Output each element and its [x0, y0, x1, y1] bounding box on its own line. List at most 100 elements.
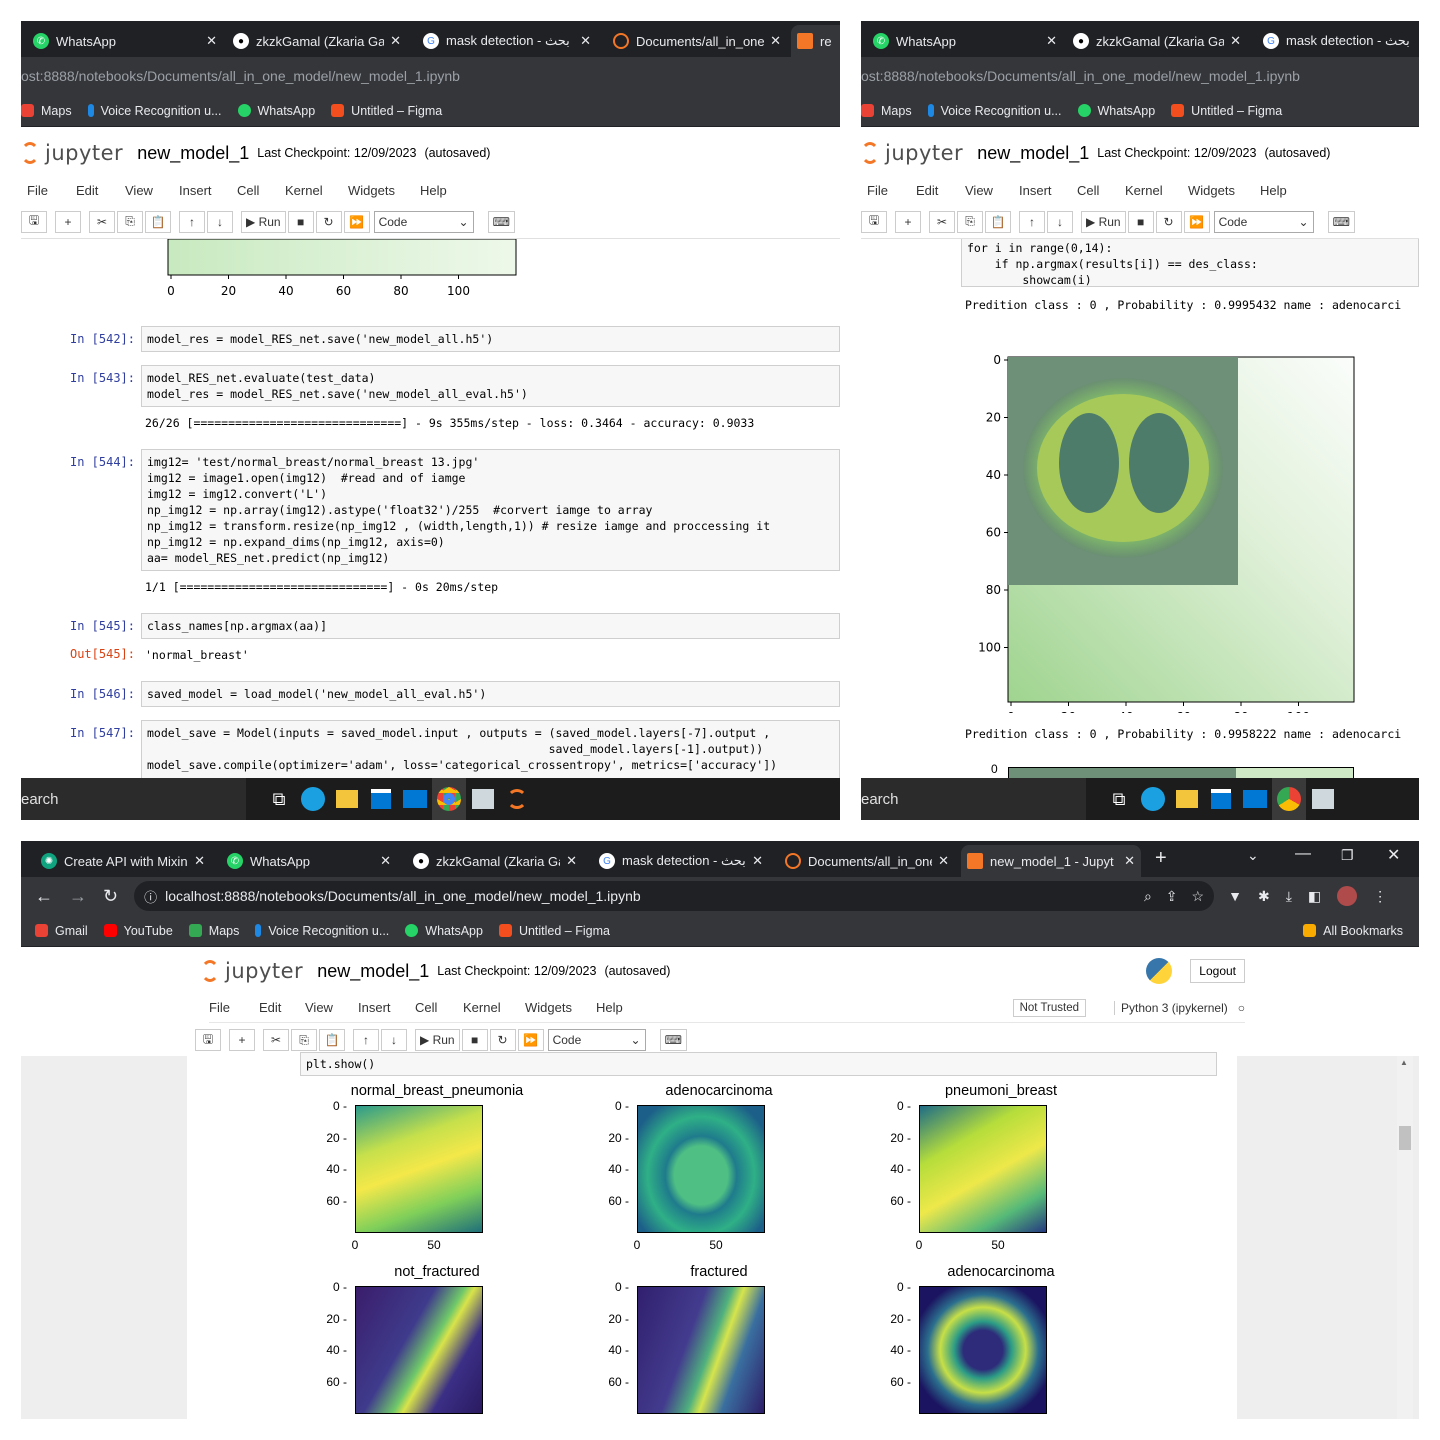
menu-view[interactable]: View	[125, 183, 179, 198]
taskbar-search[interactable]: earch	[21, 778, 246, 820]
copy-button[interactable]: ⎘	[957, 210, 983, 233]
vpn-icon[interactable]: ▼	[1228, 888, 1242, 904]
tab-notebook[interactable]: new_model_1 - Jupyt ✕	[961, 845, 1141, 877]
address-bar[interactable]: ⓘ localhost:8888/notebooks/Documents/all…	[134, 881, 1215, 911]
move-down-button[interactable]: ↓	[1047, 210, 1073, 233]
bookmark-voice[interactable]: Voice Recognition u...	[255, 924, 389, 938]
menu-view[interactable]: View	[965, 183, 1019, 198]
move-up-button[interactable]: ↑	[179, 210, 205, 233]
paste-button[interactable]: 📋	[319, 1029, 345, 1051]
move-up-button[interactable]: ↑	[1019, 210, 1045, 233]
code-cell-loop[interactable]: for i in range(0,14): if np.argmax(resul…	[961, 239, 1419, 287]
jupyter-logo[interactable]: jupyter	[861, 141, 963, 165]
close-icon[interactable]: ✕	[390, 33, 401, 49]
bookmark-whatsapp[interactable]: WhatsApp	[1077, 104, 1155, 118]
copy-button[interactable]: ⎘	[117, 210, 143, 233]
cell-type-select[interactable]: Code ⌄	[547, 1029, 646, 1051]
save-button[interactable]: 🖫	[21, 210, 47, 233]
bookmark-maps[interactable]: Maps	[861, 104, 912, 118]
fast-forward-button[interactable]: ⏩	[343, 210, 370, 233]
save-button[interactable]: 🖫	[195, 1029, 221, 1051]
star-icon[interactable]: ☆	[1192, 888, 1205, 905]
keyboard-icon[interactable]: ⌨	[659, 1029, 687, 1051]
task-view-icon[interactable]: ⧉	[1102, 778, 1136, 820]
back-icon[interactable]: ←	[35, 886, 53, 907]
save-button[interactable]: 🖫	[861, 210, 887, 233]
stop-button[interactable]: ■	[461, 1029, 488, 1051]
cut-button[interactable]: ✂	[263, 1029, 289, 1051]
keyboard-icon[interactable]: ⌨	[1327, 210, 1355, 233]
fast-forward-button[interactable]: ⏩	[1183, 210, 1210, 233]
minimize-icon[interactable]: —	[1295, 845, 1311, 863]
app-icon[interactable]	[466, 778, 500, 820]
close-window-icon[interactable]: ✕	[1387, 845, 1400, 865]
tab-whatsapp[interactable]: ✆ WhatsApp ✕	[221, 845, 397, 877]
bookmark-whatsapp[interactable]: WhatsApp	[237, 104, 315, 118]
tab-notebook[interactable]: re	[791, 25, 840, 57]
reload-icon[interactable]: ↻	[103, 886, 118, 907]
restore-icon[interactable]: ❐	[1341, 847, 1354, 864]
copy-button[interactable]: ⎘	[291, 1029, 317, 1051]
tab-documents[interactable]: Documents/all_in_one ✕	[607, 25, 787, 57]
menu-edit[interactable]: Edit	[76, 183, 125, 198]
mail-icon[interactable]	[398, 778, 432, 820]
jupyter-taskbar-icon[interactable]	[500, 778, 534, 820]
download-icon[interactable]: ⤓	[1286, 888, 1292, 905]
close-icon[interactable]: ✕	[380, 853, 391, 869]
notebook-title[interactable]: new_model_1	[977, 143, 1089, 164]
menu-help[interactable]: Help	[596, 1000, 623, 1015]
bookmark-youtube[interactable]: YouTube	[103, 924, 173, 938]
address-bar[interactable]: ost:8888/notebooks/Documents/all_in_one_…	[21, 57, 840, 95]
menu-widgets[interactable]: Widgets	[1188, 183, 1260, 198]
more-menu-icon[interactable]: ⋮	[1373, 888, 1387, 905]
tab-chatgpt[interactable]: ✺ Create API with Mixin ✕	[35, 845, 211, 877]
add-cell-button[interactable]: +	[55, 210, 81, 233]
tab-github[interactable]: ● zkzkGamal (Zkaria Ga ✕	[1067, 25, 1247, 57]
code-cell-tail[interactable]: plt.show()	[300, 1052, 1217, 1076]
all-bookmarks[interactable]: All Bookmarks	[1303, 924, 1403, 938]
menu-file[interactable]: File	[209, 1000, 259, 1015]
store-icon[interactable]	[1204, 778, 1238, 820]
store-icon[interactable]	[364, 778, 398, 820]
close-icon[interactable]: ✕	[206, 33, 217, 49]
stop-button[interactable]: ■	[1127, 210, 1154, 233]
fast-forward-button[interactable]: ⏩	[517, 1029, 544, 1051]
menu-help[interactable]: Help	[420, 183, 447, 198]
tab-search-icon[interactable]: ⌄	[1247, 847, 1259, 864]
restart-button[interactable]: ↻	[315, 210, 342, 233]
menu-insert[interactable]: Insert	[179, 183, 237, 198]
menu-widgets[interactable]: Widgets	[348, 183, 420, 198]
menu-file[interactable]: File	[867, 183, 916, 198]
close-icon[interactable]: ✕	[770, 33, 781, 49]
trust-indicator[interactable]: Not Trusted	[1012, 998, 1087, 1017]
bookmark-voice[interactable]: Voice Recognition u...	[927, 104, 1062, 118]
notebook-title[interactable]: new_model_1	[317, 961, 429, 982]
info-icon[interactable]: ⓘ	[144, 887, 157, 906]
scrollbar-thumb[interactable]	[1399, 1126, 1411, 1150]
close-icon[interactable]: ✕	[566, 853, 577, 869]
address-bar[interactable]: ost:8888/notebooks/Documents/all_in_one_…	[861, 57, 1419, 95]
close-icon[interactable]: ✕	[1230, 33, 1241, 49]
tab-github[interactable]: ● zkzkGamal (Zkaria Ga ✕	[227, 25, 407, 57]
jupyter-logo[interactable]: jupyter	[201, 959, 303, 983]
tab-google[interactable]: Gmask detection - بحث ✕	[593, 845, 769, 877]
extensions-icon[interactable]: ✱	[1258, 888, 1270, 905]
tab-google[interactable]: Gmask detection - بحث ✕	[417, 25, 597, 57]
restart-button[interactable]: ↻	[489, 1029, 516, 1051]
tab-documents[interactable]: Documents/all_in_one ✕	[779, 845, 955, 877]
tab-github[interactable]: ● zkzkGamal (Zkaria Ga ✕	[407, 845, 583, 877]
close-icon[interactable]: ✕	[1124, 853, 1135, 869]
jupyter-logo[interactable]: jupyter	[21, 141, 123, 165]
bookmark-maps[interactable]: Maps	[21, 104, 72, 118]
close-icon[interactable]: ✕	[752, 853, 763, 869]
run-button[interactable]: ▶ Run	[415, 1029, 460, 1051]
run-button[interactable]: ▶ Run	[1081, 210, 1126, 233]
bookmark-voice[interactable]: Voice Recognition u...	[87, 104, 222, 118]
zoom-icon[interactable]: ⌕	[1144, 888, 1152, 905]
cell-type-select[interactable]: Code ⌄	[373, 210, 474, 233]
move-up-button[interactable]: ↑	[353, 1029, 379, 1051]
tab-whatsapp[interactable]: ✆ WhatsApp ✕	[27, 25, 223, 57]
paste-button[interactable]: 📋	[145, 210, 171, 233]
bookmark-figma[interactable]: Untitled – Figma	[498, 924, 610, 938]
bookmark-figma[interactable]: Untitled – Figma	[331, 104, 442, 118]
